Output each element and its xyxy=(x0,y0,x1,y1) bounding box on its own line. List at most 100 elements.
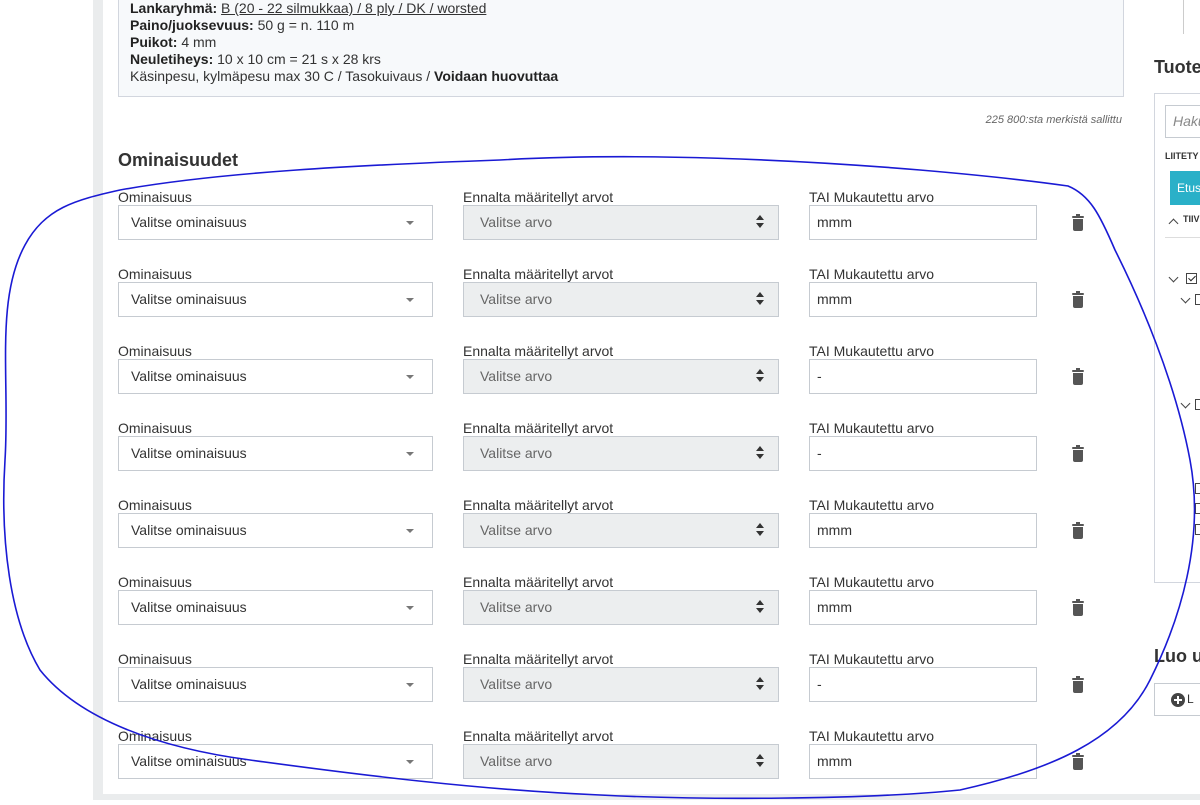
property-select-value: Valitse ominaisuus xyxy=(131,676,247,692)
custom-value-input[interactable]: - xyxy=(809,436,1037,471)
left-rail xyxy=(0,0,93,800)
property-select[interactable]: Valitse ominaisuus xyxy=(118,744,433,779)
caret-down-icon xyxy=(406,221,414,225)
custom-value-text: mmm xyxy=(817,599,852,615)
property-select[interactable]: Valitse ominaisuus xyxy=(118,205,433,240)
custom-value-input[interactable]: mmm xyxy=(809,513,1037,548)
trash-icon[interactable] xyxy=(1072,599,1084,616)
trash-icon[interactable] xyxy=(1072,522,1084,539)
property-label: Ominaisuus xyxy=(118,574,192,590)
trash-icon[interactable] xyxy=(1072,753,1084,770)
caret-down-icon xyxy=(406,760,414,764)
custom-value-text: - xyxy=(817,368,822,384)
trash-icon[interactable] xyxy=(1072,368,1084,385)
category-checkbox[interactable] xyxy=(1195,294,1200,305)
custom-value-input[interactable]: mmm xyxy=(809,205,1037,240)
property-select[interactable]: Valitse ominaisuus xyxy=(118,513,433,548)
sort-arrows-icon xyxy=(756,446,764,460)
predefined-value-select[interactable]: Valitse arvo xyxy=(463,744,779,779)
custom-value-input[interactable]: mmm xyxy=(809,590,1037,625)
predefined-value-select[interactable]: Valitse arvo xyxy=(463,282,779,317)
right-panel-divider xyxy=(1183,0,1184,34)
caret-down-icon xyxy=(406,375,414,379)
product-description-box[interactable]: Lankaryhmä: B (20 - 22 silmukkaa) / 8 pl… xyxy=(118,0,1124,97)
predefined-values-label: Ennalta määritellyt arvot xyxy=(463,574,614,590)
category-search-input[interactable]: Haku xyxy=(1165,105,1200,138)
custom-value-label: TAI Mukautettu arvo xyxy=(809,651,935,667)
property-label: Ominaisuus xyxy=(118,651,192,667)
create-section-title: Luo u xyxy=(1154,646,1200,666)
attached-label: LIITETY xyxy=(1165,151,1199,161)
create-button-label: L xyxy=(1187,692,1194,706)
predefined-value-select[interactable]: Valitse arvo xyxy=(463,667,779,702)
trash-icon[interactable] xyxy=(1072,676,1084,693)
category-checkbox[interactable] xyxy=(1195,524,1200,535)
property-row: Ominaisuus Ennalta määritellyt arvot TAI M… xyxy=(118,497,1118,574)
property-label: Ominaisuus xyxy=(118,497,192,513)
custom-value-label: TAI Mukautettu arvo xyxy=(809,497,935,513)
property-select-value: Valitse ominaisuus xyxy=(131,368,247,384)
predefined-value-select-value: Valitse arvo xyxy=(480,291,553,307)
description-line-yarn-group: Lankaryhmä: B (20 - 22 silmukkaa) / 8 pl… xyxy=(130,0,487,16)
custom-value-input[interactable]: - xyxy=(809,359,1037,394)
predefined-value-select-value: Valitse arvo xyxy=(480,676,553,692)
predefined-values-label: Ennalta määritellyt arvot xyxy=(463,420,614,436)
custom-value-label: TAI Mukautettu arvo xyxy=(809,189,935,205)
property-label: Ominaisuus xyxy=(118,728,192,744)
property-row: Ominaisuus Ennalta määritellyt arvot TAI M… xyxy=(118,651,1118,728)
attached-category-chip[interactable]: Etus xyxy=(1170,171,1200,205)
collapse-label[interactable]: TIIV xyxy=(1183,214,1200,224)
predefined-value-select-value: Valitse arvo xyxy=(480,753,553,769)
custom-value-input[interactable]: - xyxy=(809,667,1037,702)
property-select[interactable]: Valitse ominaisuus xyxy=(118,436,433,471)
predefined-value-select[interactable]: Valitse arvo xyxy=(463,436,779,471)
caret-down-icon xyxy=(406,606,414,610)
predefined-value-select[interactable]: Valitse arvo xyxy=(463,205,779,240)
sort-arrows-icon xyxy=(756,754,764,768)
custom-value-label: TAI Mukautettu arvo xyxy=(809,574,935,590)
custom-value-label: TAI Mukautettu arvo xyxy=(809,343,935,359)
trash-icon[interactable] xyxy=(1072,445,1084,462)
right-panel-title: Tuote xyxy=(1154,57,1200,77)
property-select[interactable]: Valitse ominaisuus xyxy=(118,282,433,317)
custom-value-input[interactable]: mmm xyxy=(809,744,1037,779)
predefined-value-select[interactable]: Valitse arvo xyxy=(463,359,779,394)
trash-icon[interactable] xyxy=(1072,214,1084,231)
sort-arrows-icon xyxy=(756,600,764,614)
description-line-needles: Puikot: 4 mm xyxy=(130,34,217,50)
custom-value-text: mmm xyxy=(817,291,852,307)
predefined-value-select[interactable]: Valitse arvo xyxy=(463,590,779,625)
predefined-values-label: Ennalta määritellyt arvot xyxy=(463,266,614,282)
property-select[interactable]: Valitse ominaisuus xyxy=(118,590,433,625)
property-label: Ominaisuus xyxy=(118,266,192,282)
custom-value-text: mmm xyxy=(817,522,852,538)
sort-arrows-icon xyxy=(756,215,764,229)
property-row: Ominaisuus Ennalta määritellyt arvot TAI M… xyxy=(118,189,1118,266)
predefined-values-label: Ennalta määritellyt arvot xyxy=(463,343,614,359)
description-line-gauge: Neuletiheys: 10 x 10 cm = 21 s x 28 krs xyxy=(130,51,381,67)
caret-down-icon xyxy=(406,298,414,302)
custom-value-text: mmm xyxy=(817,753,852,769)
category-checkbox[interactable] xyxy=(1195,483,1200,494)
predefined-value-select-value: Valitse arvo xyxy=(480,214,553,230)
custom-value-label: TAI Mukautettu arvo xyxy=(809,266,935,282)
trash-icon[interactable] xyxy=(1072,291,1084,308)
custom-value-input[interactable]: mmm xyxy=(809,282,1037,317)
right-panel: Tuote Haku LIITETY Etus TIIV Luo u L xyxy=(1140,0,1200,800)
property-row: Ominaisuus Ennalta määritellyt arvot TAI M… xyxy=(118,420,1118,497)
category-checkbox[interactable] xyxy=(1195,399,1200,410)
property-select-value: Valitse ominaisuus xyxy=(131,214,247,230)
section-title-properties: Ominaisuudet xyxy=(118,150,239,170)
property-select-value: Valitse ominaisuus xyxy=(131,445,247,461)
property-select[interactable]: Valitse ominaisuus xyxy=(118,667,433,702)
property-label: Ominaisuus xyxy=(118,343,192,359)
property-select[interactable]: Valitse ominaisuus xyxy=(118,359,433,394)
sort-arrows-icon xyxy=(756,292,764,306)
property-select-value: Valitse ominaisuus xyxy=(131,291,247,307)
caret-down-icon xyxy=(406,683,414,687)
predefined-value-select[interactable]: Valitse arvo xyxy=(463,513,779,548)
property-select-value: Valitse ominaisuus xyxy=(131,753,247,769)
category-checkbox[interactable] xyxy=(1195,503,1200,514)
category-checkbox[interactable] xyxy=(1186,273,1197,284)
create-button[interactable]: L xyxy=(1154,683,1200,716)
